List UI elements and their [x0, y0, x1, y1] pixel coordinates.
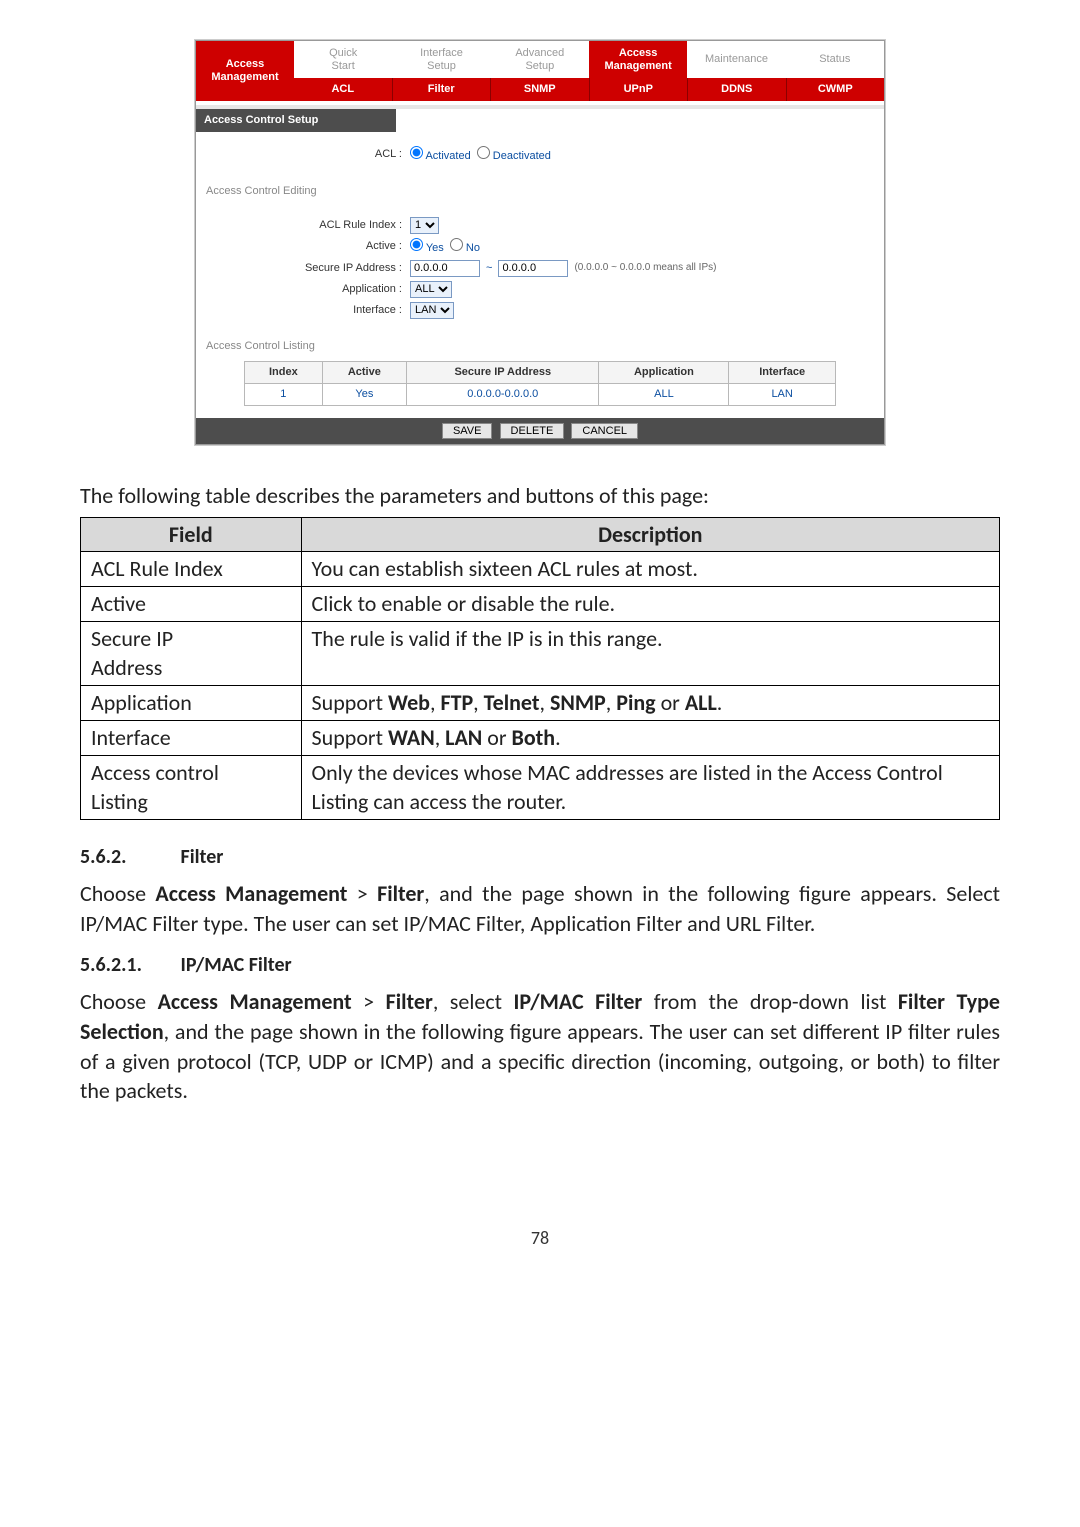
param-th-desc: Description	[301, 517, 999, 552]
module-title-line2: Management	[211, 71, 278, 84]
section-editing: Access Control Editing	[196, 174, 884, 203]
primary-tabs: QuickStartInterfaceSetupAdvancedSetupAcc…	[294, 41, 884, 78]
divider	[196, 101, 884, 109]
acl-cell: Yes	[322, 384, 407, 406]
param-field: ACL Rule Index	[81, 552, 302, 587]
acl-activated-radio[interactable]	[410, 146, 423, 159]
secondary-tab[interactable]: UPnP	[590, 78, 688, 101]
active-yes-radio[interactable]	[410, 238, 423, 251]
param-field: Active	[81, 587, 302, 622]
save-button[interactable]: SAVE	[442, 423, 493, 439]
acl-table-body: 1Yes0.0.0.0-0.0.0.0ALLLAN	[245, 384, 836, 406]
acl-cell: LAN	[729, 384, 835, 406]
acl-activated-text: Activated	[425, 150, 470, 162]
secondary-tab[interactable]: Filter	[393, 78, 491, 101]
heading-5-6-2-1-title: IP/MAC Filter	[181, 953, 292, 977]
param-desc: Only the devices whose MAC addresses are…	[301, 755, 999, 819]
param-field: Secure IPAddress	[81, 621, 302, 685]
param-field: Application	[81, 686, 302, 721]
acl-label: ACL :	[210, 147, 410, 162]
header-row: Access Management QuickStartInterfaceSet…	[196, 41, 884, 101]
active-no-text: No	[466, 242, 480, 254]
acl-col-header: Interface	[729, 362, 835, 384]
primary-tab[interactable]: AccessManagement	[589, 41, 687, 78]
acl-cell: 0.0.0.0-0.0.0.0	[407, 384, 599, 406]
parameters-table: Field Description ACL Rule IndexYou can …	[80, 517, 1000, 820]
param-desc: Support Web, FTP, Telnet, SNMP, Ping or …	[301, 686, 999, 721]
param-row: Secure IPAddressThe rule is valid if the…	[81, 621, 1000, 685]
panel-editing: ACL Rule Index : 1 Active : Yes No	[196, 203, 884, 329]
secondary-tab[interactable]: ACL	[294, 78, 392, 101]
param-desc: You can establish sixteen ACL rules at m…	[301, 552, 999, 587]
secure-ip-hint: (0.0.0.0 ~ 0.0.0.0 means all IPs)	[574, 261, 716, 275]
primary-tab[interactable]: InterfaceSetup	[392, 41, 490, 78]
section-bar-setup: Access Control Setup	[196, 109, 396, 132]
param-row: ACL Rule IndexYou can establish sixteen …	[81, 552, 1000, 587]
heading-5-6-2: 5.6.2. Filter	[80, 844, 1000, 871]
acl-deactivated-text: Deactivated	[493, 150, 551, 162]
acl-col-header: Active	[322, 362, 407, 384]
interface-label: Interface :	[210, 303, 410, 318]
secure-ip-label: Secure IP Address :	[210, 261, 410, 276]
module-title-line1: Access	[226, 58, 265, 71]
application-select[interactable]: ALL	[410, 281, 452, 298]
param-row: Access controlListingOnly the devices wh…	[81, 755, 1000, 819]
acl-deactivated-radio[interactable]	[477, 146, 490, 159]
secure-ip-from-input[interactable]	[410, 260, 480, 277]
param-field: Access controlListing	[81, 755, 302, 819]
acl-col-header: Index	[245, 362, 322, 384]
active-no-radio[interactable]	[450, 238, 463, 251]
param-desc: Click to enable or disable the rule.	[301, 587, 999, 622]
param-th-field: Field	[81, 517, 302, 552]
secondary-tab[interactable]: SNMP	[491, 78, 589, 101]
active-yes-text: Yes	[426, 242, 444, 254]
panel-setup: ACL : Activated Deactivated	[196, 132, 884, 174]
active-label: Active :	[210, 239, 410, 254]
application-label: Application :	[210, 282, 410, 297]
acl-cell: ALL	[599, 384, 729, 406]
param-field: Interface	[81, 720, 302, 755]
heading-5-6-2-1: 5.6.2.1. IP/MAC Filter	[80, 952, 1000, 979]
acl-col-header: Secure IP Address	[407, 362, 599, 384]
primary-tab[interactable]: AdvancedSetup	[491, 41, 589, 78]
cancel-button[interactable]: CANCEL	[571, 423, 638, 439]
section-listing: Access Control Listing	[196, 329, 884, 358]
para-5-6-2: Choose Access Management > Filter, and t…	[80, 879, 1000, 938]
heading-5-6-2-title: Filter	[181, 845, 224, 869]
secondary-tab[interactable]: DDNS	[688, 78, 786, 101]
acl-activated-option[interactable]: Activated	[410, 146, 471, 164]
heading-5-6-2-1-num: 5.6.2.1.	[80, 952, 176, 979]
para-5-6-2-1: Choose Access Management > Filter, selec…	[80, 987, 1000, 1106]
module-title: Access Management	[196, 41, 294, 101]
rule-index-select[interactable]: 1	[410, 217, 439, 234]
acl-table-head: IndexActiveSecure IP AddressApplicationI…	[245, 362, 836, 384]
primary-tab[interactable]: Status	[786, 41, 884, 78]
acl-listing-table: IndexActiveSecure IP AddressApplicationI…	[244, 361, 836, 406]
active-yes-option[interactable]: Yes	[410, 238, 444, 256]
acl-col-header: Application	[599, 362, 729, 384]
interface-select[interactable]: LAN	[410, 302, 454, 319]
rule-index-label: ACL Rule Index :	[210, 218, 410, 233]
heading-5-6-2-num: 5.6.2.	[80, 844, 176, 871]
param-row: ActiveClick to enable or disable the rul…	[81, 587, 1000, 622]
acl-deactivated-option[interactable]: Deactivated	[477, 146, 551, 164]
router-admin-screenshot: Access Management QuickStartInterfaceSet…	[195, 40, 885, 445]
secondary-tabs: ACLFilterSNMPUPnPDDNSCWMP	[294, 78, 884, 101]
primary-tab[interactable]: QuickStart	[294, 41, 392, 78]
param-row: ApplicationSupport Web, FTP, Telnet, SNM…	[81, 686, 1000, 721]
active-no-option[interactable]: No	[450, 238, 480, 256]
secure-ip-to-input[interactable]	[498, 260, 568, 277]
secure-ip-sep: ~	[486, 261, 492, 276]
delete-button[interactable]: DELETE	[500, 423, 565, 439]
param-desc: Support WAN, LAN or Both.	[301, 720, 999, 755]
param-row: InterfaceSupport WAN, LAN or Both.	[81, 720, 1000, 755]
primary-tab[interactable]: Maintenance	[687, 41, 785, 78]
secondary-tab[interactable]: CWMP	[787, 78, 885, 101]
page-number: 78	[80, 1226, 1000, 1250]
acl-cell: 1	[245, 384, 322, 406]
intro-text: The following table describes the parame…	[80, 481, 1000, 511]
button-bar: SAVE DELETE CANCEL	[196, 418, 884, 444]
param-desc: The rule is valid if the IP is in this r…	[301, 621, 999, 685]
acl-row: 1Yes0.0.0.0-0.0.0.0ALLLAN	[245, 384, 836, 406]
